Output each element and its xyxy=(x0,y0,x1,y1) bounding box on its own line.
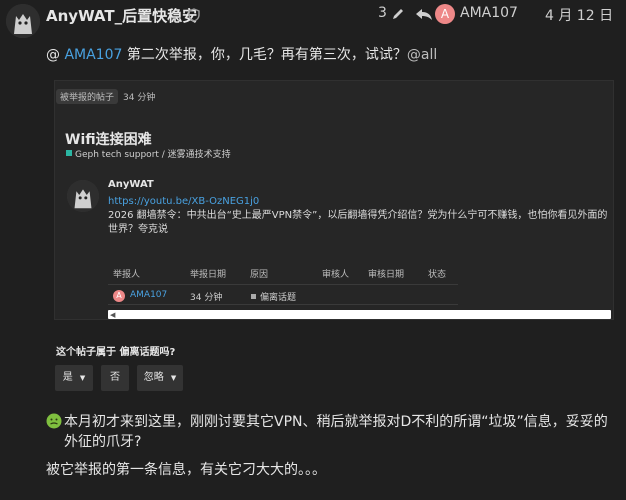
reply-to-icon[interactable] xyxy=(415,6,433,20)
youtube-link[interactable]: https://youtu.be/XB-OzNEG1j0 xyxy=(108,196,259,207)
col-header-report-date: 举报日期 xyxy=(190,270,227,280)
table-divider xyxy=(108,304,458,305)
table-divider xyxy=(108,284,458,285)
flagged-post-badge: 被举报的帖子 xyxy=(56,89,119,104)
mention-all[interactable]: @all xyxy=(407,47,437,63)
post-date[interactable]: 4 月 12 日 xyxy=(545,5,613,25)
report-row-user[interactable]: AMA107 xyxy=(130,290,167,300)
col-header-reason: 原因 xyxy=(250,270,269,280)
col-header-review-date: 审核日期 xyxy=(368,270,405,280)
author-username[interactable]: AnyWAT_后置快稳安 xyxy=(46,5,197,26)
report-row-date: 34 分钟 xyxy=(190,293,223,303)
yes-label: 是 xyxy=(62,372,73,383)
ignore-dropdown-button[interactable]: 忽略 ▼ xyxy=(137,365,183,391)
reply-to-avatar[interactable]: A xyxy=(435,4,455,24)
horizontal-scrollbar[interactable] xyxy=(108,310,611,319)
category-label[interactable]: Geph tech support / 迷雾通技术支持 xyxy=(75,147,231,160)
topic-title[interactable]: Wifi连接困难 xyxy=(65,129,152,149)
author-avatar[interactable] xyxy=(6,4,40,38)
comment-paragraph: 本月初才来到这里，刚刚讨要其它VPN、稍后就举报对D不利的所谓“垃圾”信息，妥妥… xyxy=(64,414,608,450)
review-question: 这个帖子属于 偏离话题吗? xyxy=(56,347,176,358)
mention-text: 第二次举报，你，几毛？再有第三次，试试？ xyxy=(122,47,407,63)
yes-dropdown-button[interactable]: 是 ▼ xyxy=(55,365,93,391)
reply-to-username[interactable]: AMA107 xyxy=(460,5,518,21)
reason-bullet-icon xyxy=(251,294,256,299)
nauseated-face-icon xyxy=(46,413,62,429)
flag-time: 34 分钟 xyxy=(123,93,156,103)
scroll-left-icon[interactable]: ◀ xyxy=(110,311,115,319)
report-row-reason: 偏离话题 xyxy=(260,293,297,303)
flagged-author-name[interactable]: AnyWAT xyxy=(108,179,154,190)
flagged-post-body: 2026 翻墙禁令：中共出台“史上最严VPN禁令”，以后翻墙得凭介绍信？党为什么… xyxy=(108,210,608,235)
caret-down-icon: ▼ xyxy=(79,374,86,382)
pencil-icon[interactable] xyxy=(391,6,405,20)
mention-user-link[interactable]: AMA107 xyxy=(64,47,122,63)
col-header-reporter: 举报人 xyxy=(113,270,141,280)
shield-icon xyxy=(188,7,200,22)
ignore-label: 忽略 xyxy=(143,372,164,383)
caret-down-icon: ▼ xyxy=(170,374,177,382)
no-button[interactable]: 否 xyxy=(101,365,129,391)
report-row-avatar[interactable]: A xyxy=(113,290,125,302)
mention-prefix: @ xyxy=(46,47,65,63)
col-header-status: 状态 xyxy=(428,270,447,280)
edit-count[interactable]: 3 xyxy=(378,5,387,21)
comment-paragraph-2: 被它举报的第一条信息，有关它刁大大的。。。 xyxy=(46,462,326,478)
col-header-reviewer: 审核人 xyxy=(322,270,350,280)
mention-line: @ AMA107 第二次举报，你，几毛？再有第三次，试试？@all xyxy=(46,44,437,64)
category-color-square xyxy=(66,150,72,156)
flagged-author-avatar[interactable] xyxy=(67,180,99,212)
